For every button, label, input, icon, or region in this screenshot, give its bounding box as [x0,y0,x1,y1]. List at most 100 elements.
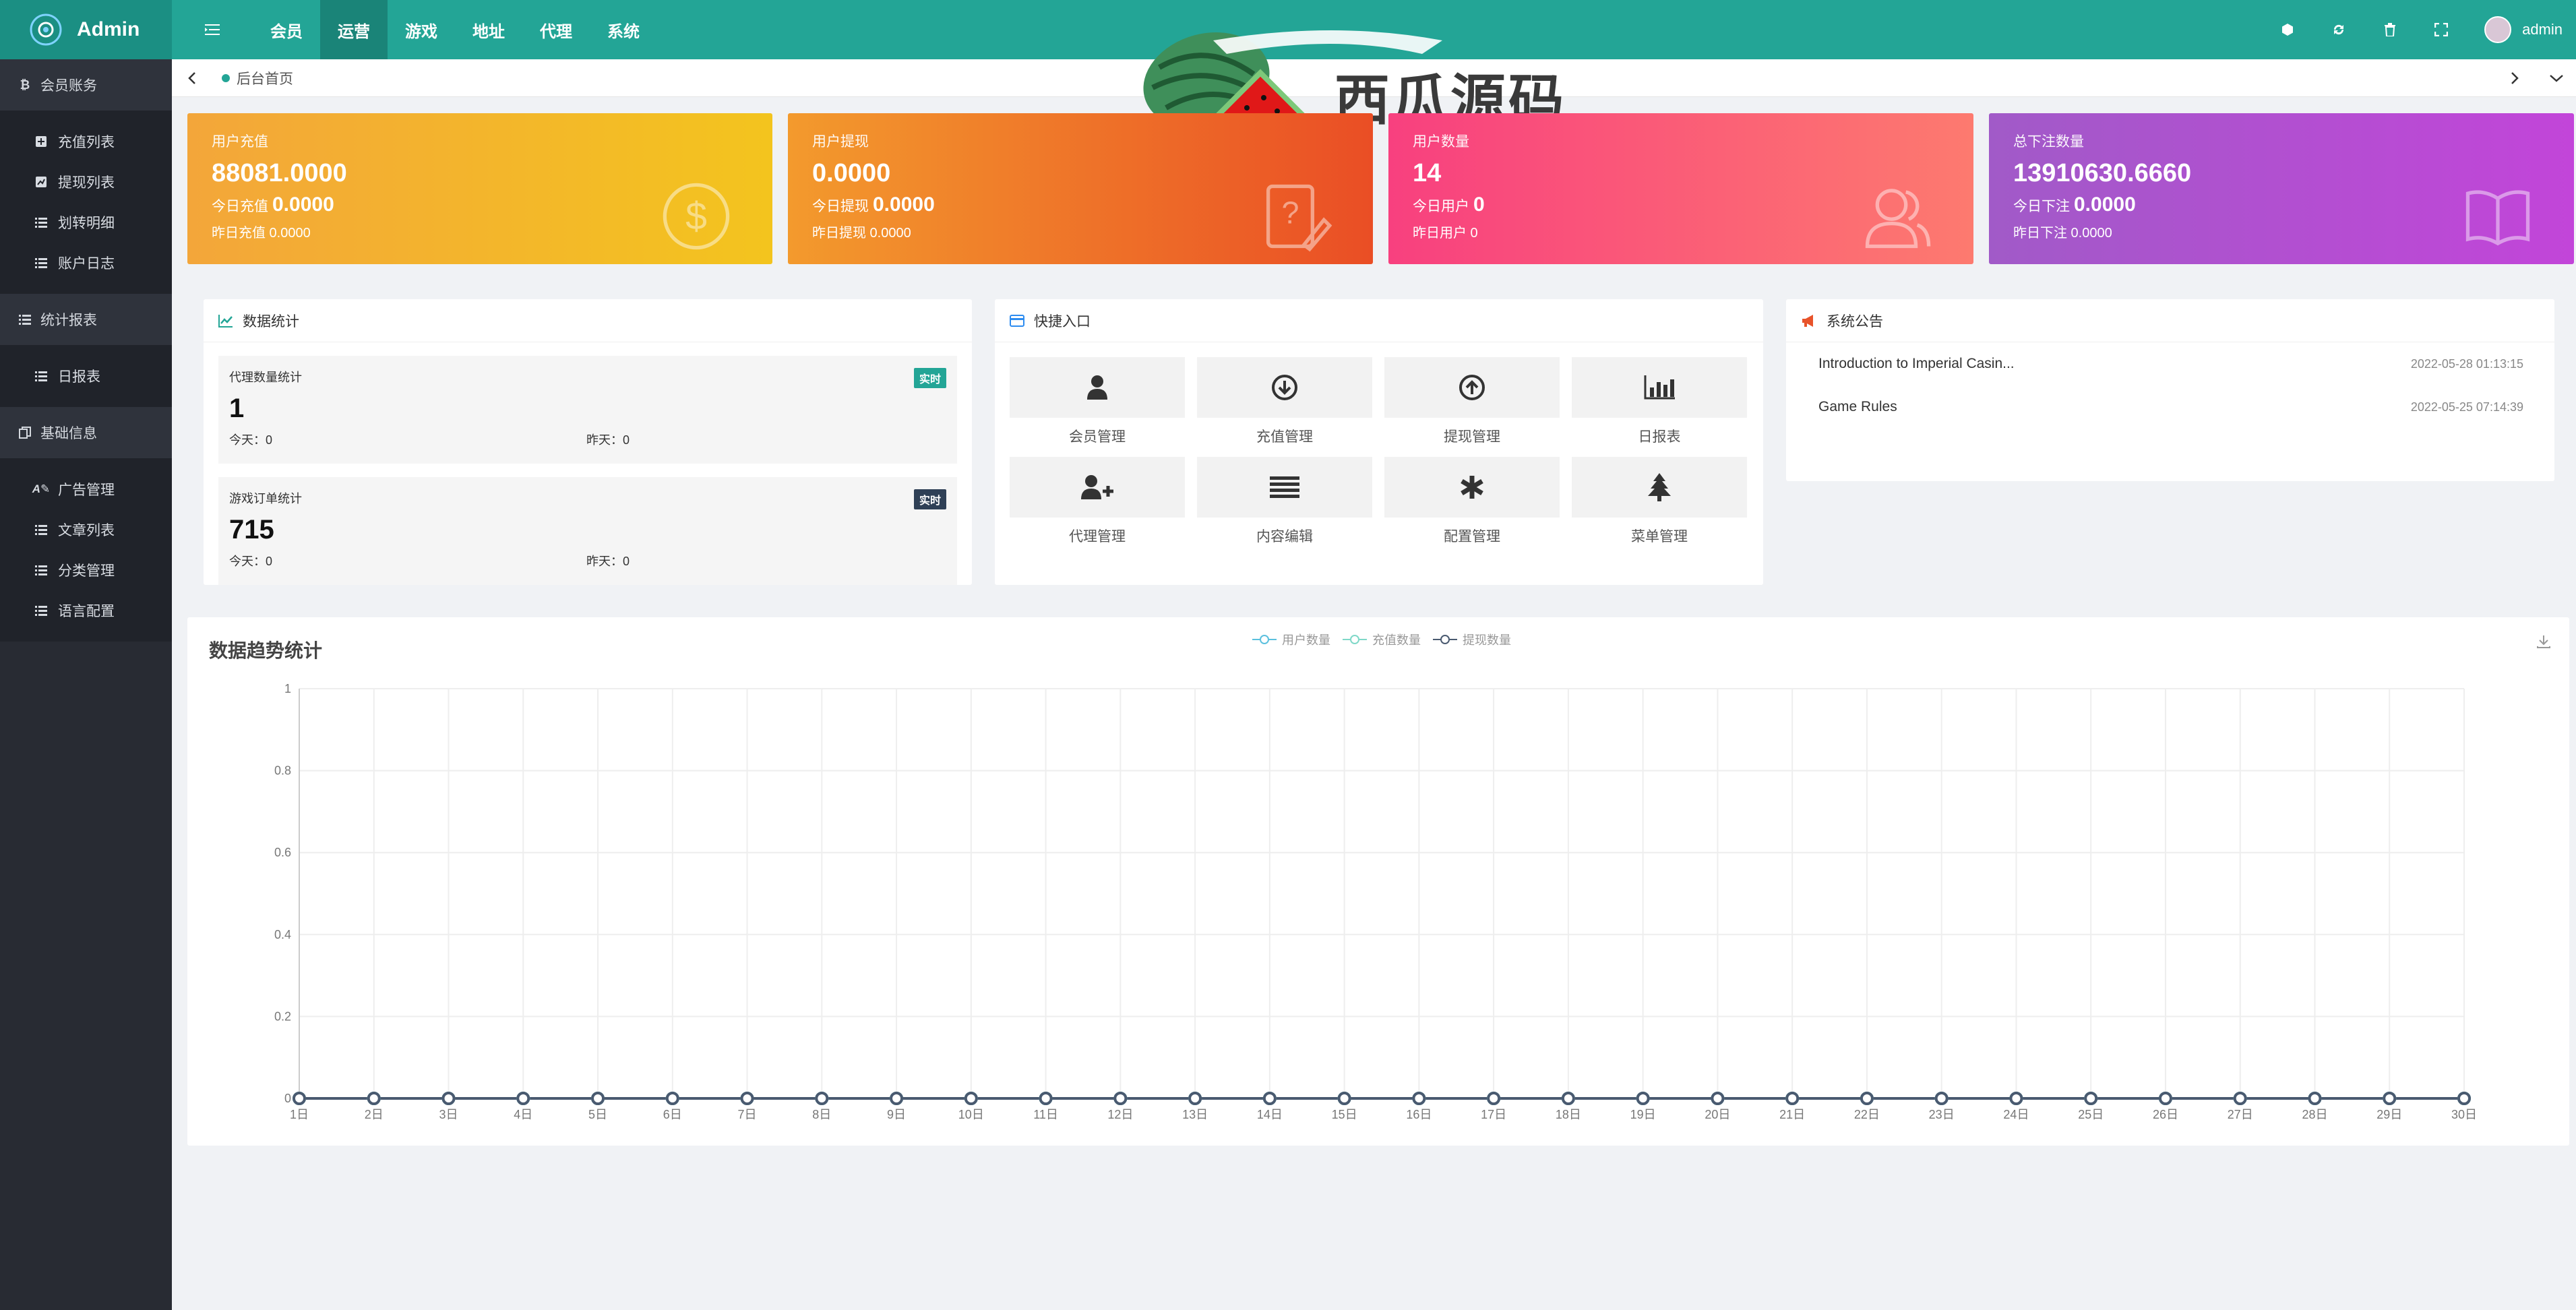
sidebar-group-basic-info[interactable]: 基础信息 [0,407,172,458]
sidebar-item-category-management[interactable]: 分类管理 [0,550,172,590]
stat-today-value: 0.0000 [272,193,334,216]
nav-item-operation[interactable]: 运营 [320,0,388,59]
x-tick-label: 16日 [1406,1108,1432,1121]
notice-item[interactable]: Introduction to Imperial Casin... 2022-0… [1786,342,2554,385]
sidebar-group-member-finance[interactable]: ₿ 会员账务 [0,59,172,111]
sidebar-group-label: 基础信息 [40,426,97,441]
text-icon: A✎ [32,482,51,495]
fullscreen-icon[interactable] [2433,22,2449,38]
metric-yesterday: 昨天：0 [586,433,630,447]
metric-compare: 今天：0 昨天：0 [229,431,946,448]
nav-item-system[interactable]: 系统 [590,0,657,59]
x-tick-label: 13日 [1182,1108,1208,1121]
y-tick-label: 0.4 [274,928,291,941]
quick-label: 日报表 [1638,429,1681,445]
chevron-right-icon[interactable] [2510,71,2519,85]
sidebar-item-label: 账户日志 [58,256,115,272]
quick-menu-management[interactable]: 菜单管理 [1572,457,1747,557]
x-tick-label: 4日 [514,1108,532,1121]
top-nav: 会员 运营 游戏 地址 代理 系统 [253,0,657,59]
data-point [1561,1092,1575,1105]
list-icon [35,218,47,228]
data-point [964,1092,978,1105]
nav-item-member[interactable]: 会员 [253,0,320,59]
sidebar-group-label: 会员账务 [40,78,97,94]
quick-agent-management[interactable]: 代理管理 [1010,457,1185,557]
username: admin [2522,21,2563,38]
sidebar-item-ad-management[interactable]: A✎ 广告管理 [0,469,172,509]
data-point [2233,1092,2247,1105]
sidebar-item-label: 语言配置 [58,604,115,619]
menu-toggle-button[interactable] [172,23,253,36]
sidebar-item-recharge-list[interactable]: 充值列表 [0,121,172,162]
quick-member-management[interactable]: 会员管理 [1010,357,1185,457]
sidebar-item-label: 文章列表 [58,523,115,538]
nav-item-address[interactable]: 地址 [455,0,522,59]
sidebar-item-label: 充值列表 [58,135,115,150]
avatar [2484,16,2512,43]
x-tick-label: 23日 [1929,1108,1955,1121]
theme-icon[interactable] [2279,22,2296,38]
sidebar-item-transfer-detail[interactable]: 划转明细 [0,202,172,243]
list-icon [35,258,47,268]
trash-icon[interactable] [2382,22,2398,38]
sidebar-item-daily-report[interactable]: 日报表 [0,356,172,396]
quick-withdraw-management[interactable]: 提现管理 [1384,357,1560,457]
sidebar-submenu: 充值列表 提现列表 划转明细 账户日志 [0,111,172,294]
nav-item-game[interactable]: 游戏 [388,0,455,59]
refresh-icon[interactable] [2331,22,2347,38]
nav-item-agent[interactable]: 代理 [522,0,590,59]
metric-today: 今天：0 [229,555,273,568]
list-icon [35,565,47,575]
notice-time: 2022-05-28 01:13:15 [2410,356,2523,371]
stat-title: 总下注数量 [2013,134,2084,150]
tab-scroll-left-button[interactable] [172,71,212,85]
x-tick-label: 2日 [365,1108,384,1121]
active-dot [222,73,230,82]
user-plus-icon [1081,475,1113,499]
asterisk-icon [1461,476,1483,499]
metric-yesterday: 昨天：0 [586,555,630,568]
user-menu[interactable]: admin [2484,16,2563,43]
sidebar-item-account-log[interactable]: 账户日志 [0,243,172,283]
notice-item[interactable]: Game Rules 2022-05-25 07:14:39 [1786,385,2554,429]
stat-today-value: 0.0000 [2074,193,2136,216]
line-chart-icon [218,314,233,328]
sidebar-item-label: 划转明细 [58,216,115,231]
quick-config-management[interactable]: 配置管理 [1384,457,1560,557]
data-point [2457,1092,2471,1105]
x-tick-label: 20日 [1705,1108,1730,1121]
logo[interactable]: Admin [0,0,172,59]
users-icon [1865,189,1931,249]
x-tick-label: 11日 [1033,1108,1058,1121]
tab-tools [2510,59,2576,97]
sidebar-item-withdraw-list[interactable]: 提现列表 [0,162,172,202]
quick-recharge-management[interactable]: 充值管理 [1197,357,1372,457]
tab-home[interactable]: 后台首页 [212,68,293,88]
x-tick-label: 26日 [2153,1108,2178,1121]
menu-icon [205,24,220,35]
chart-square-icon [36,177,47,187]
stat-title: 用户数量 [1413,134,1469,150]
data-point [815,1092,829,1105]
y-tick-label: 0.8 [274,764,291,778]
x-tick-label: 1日 [290,1108,309,1121]
quick-label: 会员管理 [1069,429,1126,445]
metric-today: 今天：0 [229,433,273,447]
sidebar-group-reports[interactable]: 统计报表 [0,294,172,345]
data-point [1412,1092,1426,1105]
list-icon [35,606,47,616]
quick-content-edit[interactable]: 内容编辑 [1197,457,1372,557]
chevron-down-icon[interactable] [2549,73,2564,83]
x-tick-label: 17日 [1481,1108,1506,1121]
sidebar-item-article-list[interactable]: 文章列表 [0,509,172,550]
x-tick-label: 18日 [1556,1108,1581,1121]
sidebar-item-language-config[interactable]: 语言配置 [0,590,172,631]
quick-daily-report[interactable]: 日报表 [1572,357,1747,457]
x-tick-label: 6日 [663,1108,682,1121]
panel-header: 快捷入口 [995,299,1763,342]
data-point [740,1092,754,1105]
data-point [1711,1092,1725,1105]
stat-title: 用户充值 [212,134,268,150]
panel-header: 数据统计 [204,299,972,342]
